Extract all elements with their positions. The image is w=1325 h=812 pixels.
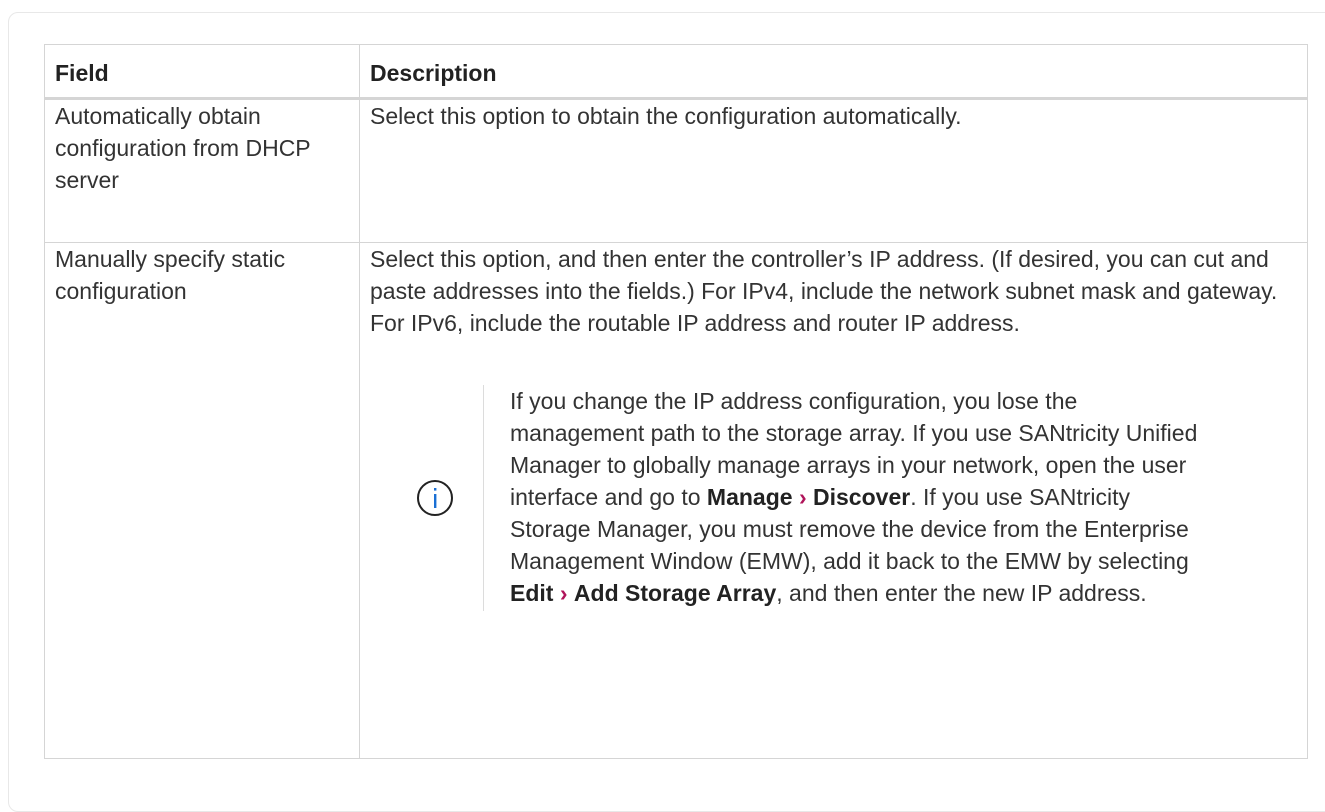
field-name: Manually specify static configuration	[55, 246, 286, 304]
field-cell: Automatically obtain configuration from …	[44, 98, 360, 243]
field-description: Select this option, and then enter the c…	[370, 246, 1278, 336]
header-description: Description	[359, 44, 1308, 100]
header-field: Field	[44, 44, 360, 100]
menu-path-edit: Edit	[510, 580, 554, 606]
note-icon-column	[370, 385, 484, 611]
menu-separator: ›	[559, 580, 568, 606]
menu-path-discover: Discover	[813, 484, 911, 510]
table-row: Manually specify static configuration Se…	[44, 242, 1308, 759]
field-name: Automatically obtain configuration from …	[55, 103, 311, 193]
note-text: If you change the IP address configurati…	[484, 375, 1210, 617]
info-icon	[416, 480, 453, 516]
table-row: Automatically obtain configuration from …	[44, 98, 1308, 243]
note-text-part: , and then enter the new IP address.	[776, 580, 1147, 606]
menu-separator: ›	[798, 484, 807, 510]
info-note: If you change the IP address configurati…	[370, 375, 1297, 617]
field-description: Select this option to obtain the configu…	[370, 103, 962, 129]
field-cell: Manually specify static configuration	[44, 242, 360, 759]
description-cell: Select this option to obtain the configu…	[359, 98, 1308, 243]
field-description-table: Field Description Automatically obtain c…	[44, 44, 1308, 759]
menu-path-manage: Manage	[706, 484, 793, 510]
table-header-row: Field Description	[44, 44, 1308, 100]
menu-path-add-storage-array: Add Storage Array	[573, 580, 777, 606]
description-cell: Select this option, and then enter the c…	[359, 242, 1308, 759]
